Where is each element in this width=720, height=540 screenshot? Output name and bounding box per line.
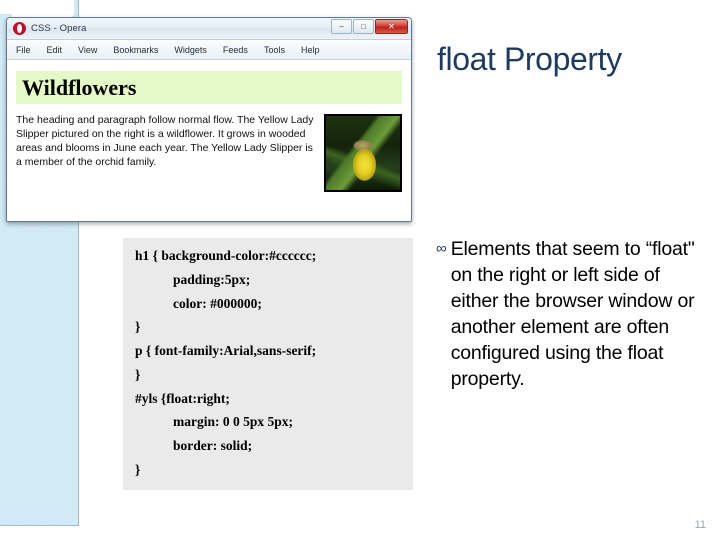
menu-item-widgets[interactable]: Widgets [174, 45, 207, 55]
wildflowers-heading: Wildflowers [16, 71, 402, 105]
code-line: h1 { background-color:#cccccc; [135, 248, 317, 263]
code-line: } [135, 461, 141, 477]
maximize-button[interactable]: □ [353, 19, 374, 34]
code-line: padding:5px; [173, 271, 251, 287]
menu-item-tools[interactable]: Tools [264, 45, 285, 55]
opera-logo-icon [13, 22, 26, 35]
code-line: #yls {float:right; [135, 390, 230, 406]
code-line: } [135, 366, 141, 382]
browser-window-title: CSS - Opera [31, 23, 87, 34]
menu-item-edit[interactable]: Edit [47, 45, 63, 55]
css-code-block: h1 { background-color:#cccccc; padding:5… [123, 238, 413, 490]
slide-title: float Property [437, 41, 622, 77]
browser-menubar: File Edit View Bookmarks Widgets Feeds T… [7, 40, 411, 60]
code-line: margin: 0 0 5px 5px; [173, 414, 294, 430]
menu-item-help[interactable]: Help [301, 45, 320, 55]
window-controls: – □ ✕ [331, 19, 408, 34]
menu-item-feeds[interactable]: Feeds [223, 45, 248, 55]
page-number: 11 [694, 519, 706, 531]
decorative-corner-shape [0, 0, 30, 14]
code-line: color: #000000; [173, 295, 262, 311]
browser-page-content: Wildflowers The heading and paragraph fo… [7, 60, 411, 221]
close-button[interactable]: ✕ [375, 19, 408, 34]
yellow-lady-slipper-photo [324, 114, 402, 193]
browser-window-screenshot: CSS - Opera – □ ✕ File Edit View Bookmar… [6, 17, 412, 222]
code-line: border: solid; [173, 438, 253, 453]
menu-item-file[interactable]: File [16, 45, 31, 55]
minimize-button[interactable]: – [331, 19, 352, 34]
menu-item-view[interactable]: View [78, 45, 97, 55]
bullet-list-item: ∞ Elements that seem to “float" on the r… [436, 237, 698, 393]
browser-titlebar: CSS - Opera – □ ✕ [7, 18, 411, 40]
code-line: } [135, 319, 141, 335]
code-line: p { font-family:Arial,sans-serif; [135, 343, 317, 358]
menu-item-bookmarks[interactable]: Bookmarks [113, 45, 158, 55]
bullet-text: Elements that seem to “float" on the rig… [450, 238, 695, 390]
decorative-bullet-icon: ∞ [436, 240, 447, 257]
